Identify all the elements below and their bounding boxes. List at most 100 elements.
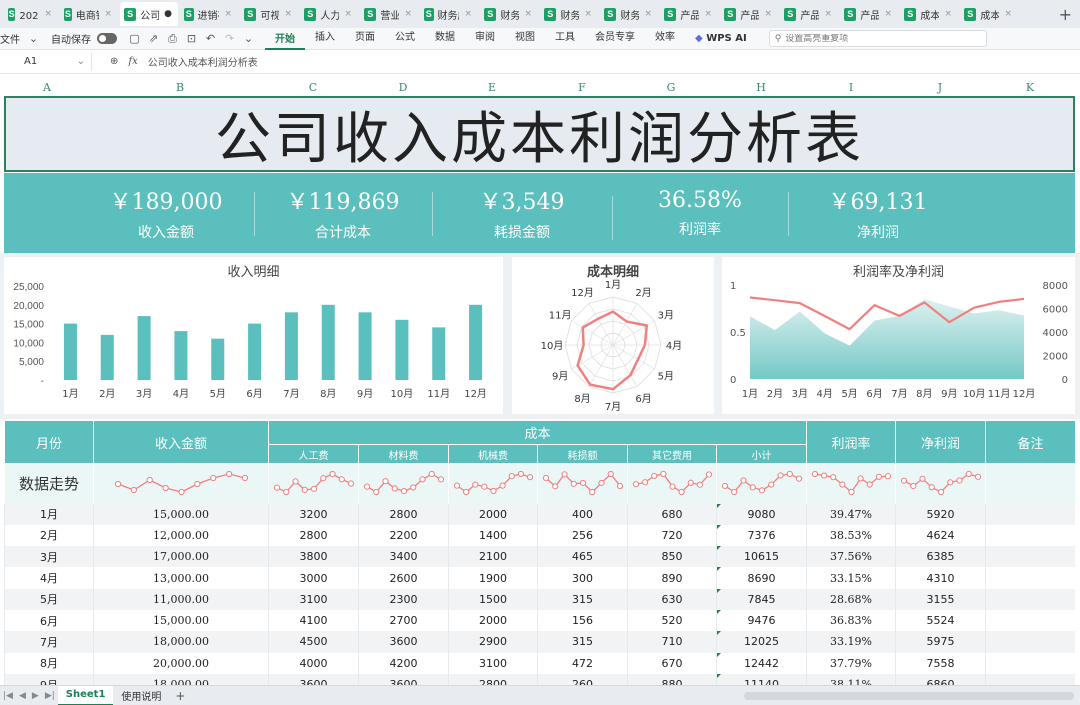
- column-header[interactable]: B: [176, 81, 184, 94]
- export-icon[interactable]: ⇗: [147, 32, 160, 45]
- column-header[interactable]: K: [1026, 81, 1034, 94]
- table-cell-month[interactable]: 7月: [4, 631, 94, 653]
- table-cell-subtotal[interactable]: 12442: [715, 652, 808, 674]
- table-cell-remark[interactable]: [985, 503, 1075, 525]
- table-cell-material[interactable]: 2600: [358, 567, 449, 589]
- table-cell-income[interactable]: 18,000.00: [93, 631, 269, 653]
- table-cell-machine[interactable]: 1900: [448, 567, 538, 589]
- close-icon[interactable]: ×: [1004, 9, 1012, 19]
- document-tab[interactable]: S财务成 ×: [420, 2, 478, 26]
- table-cell-loss[interactable]: 465: [537, 546, 628, 568]
- close-icon[interactable]: ×: [644, 9, 652, 19]
- table-cell-remark[interactable]: [985, 567, 1075, 589]
- remark-cell[interactable]: [985, 463, 1075, 504]
- sparkline-cell[interactable]: [448, 463, 538, 504]
- horizontal-scrollbar[interactable]: [744, 691, 1074, 700]
- table-cell-remark[interactable]: [985, 652, 1075, 674]
- table-cell-loss[interactable]: 300: [537, 567, 628, 589]
- table-cell-labor[interactable]: 4000: [268, 652, 359, 674]
- ribbon-tab[interactable]: 工具: [545, 28, 585, 50]
- document-tab[interactable]: S 成本 ×: [900, 2, 958, 26]
- document-tab[interactable]: S 可视 ×: [240, 2, 298, 26]
- table-cell-labor[interactable]: 4100: [268, 609, 359, 632]
- ribbon-tab[interactable]: 审阅: [465, 28, 505, 50]
- table-cell-net[interactable]: 4624: [895, 524, 987, 547]
- document-tab[interactable]: S 营业 ×: [360, 2, 418, 26]
- zoom-icon[interactable]: ⊕: [110, 56, 118, 67]
- document-tab[interactable]: S进销存 ×: [180, 2, 238, 26]
- header-net-profit[interactable]: 净利润: [895, 420, 987, 464]
- header-profit-rate[interactable]: 利润率: [806, 420, 897, 464]
- header-cost-sub[interactable]: 小计: [715, 444, 808, 464]
- table-cell-net[interactable]: 7558: [895, 652, 987, 674]
- table-cell-remark[interactable]: [985, 631, 1075, 653]
- document-tab[interactable]: S电商销售 ×: [60, 2, 118, 26]
- search-input[interactable]: [785, 33, 966, 44]
- table-cell-labor[interactable]: 2800: [268, 524, 359, 547]
- modified-dot-icon[interactable]: ●: [164, 9, 172, 19]
- sparkline-cell[interactable]: [715, 463, 808, 504]
- table-cell-income[interactable]: 12,000.00: [93, 524, 269, 547]
- table-cell-loss[interactable]: 315: [537, 588, 628, 610]
- close-icon[interactable]: ×: [464, 9, 472, 19]
- ribbon-tab[interactable]: 开始: [265, 28, 305, 50]
- table-cell-remark[interactable]: [985, 673, 1075, 685]
- sparkline-cell[interactable]: [93, 463, 269, 504]
- close-icon[interactable]: ×: [404, 9, 412, 19]
- table-cell-loss[interactable]: 472: [537, 652, 628, 674]
- ribbon-tab[interactable]: 公式: [385, 28, 425, 50]
- table-cell-other[interactable]: 850: [627, 546, 717, 568]
- table-cell-labor[interactable]: 3600: [268, 673, 359, 685]
- table-cell-net[interactable]: 4310: [895, 567, 987, 589]
- table-cell-remark[interactable]: [985, 588, 1075, 610]
- document-tab[interactable]: S 产品 ×: [780, 2, 838, 26]
- close-icon[interactable]: ×: [824, 9, 832, 19]
- income-bar-chart[interactable]: 收入明细 25,000 20,000 15,000 10,000 5,000-1月 2月 3…: [4, 257, 503, 414]
- table-cell-loss[interactable]: 256: [537, 524, 628, 547]
- table-cell-remark[interactable]: [985, 524, 1075, 547]
- table-cell-material[interactable]: 2700: [358, 609, 449, 632]
- table-cell-income[interactable]: 13,000.00: [93, 567, 269, 589]
- new-tab-icon[interactable]: +: [1051, 5, 1080, 24]
- table-cell-other[interactable]: 680: [627, 503, 717, 525]
- table-cell-loss[interactable]: 156: [537, 609, 628, 632]
- name-box[interactable]: A1 ⌄: [0, 52, 92, 71]
- column-header[interactable]: H: [756, 81, 766, 94]
- table-cell-machine[interactable]: 2800: [448, 673, 538, 685]
- sparkline-cell[interactable]: [806, 463, 897, 504]
- table-cell-labor[interactable]: 3000: [268, 567, 359, 589]
- cost-radar-chart[interactable]: 成本明细 1月 2月 3月 4月 5月 6月 7月 8月 9月 10月 11月 12月: [512, 257, 714, 414]
- column-header[interactable]: F: [578, 81, 586, 94]
- chevron-down-icon[interactable]: ⌄: [242, 32, 255, 45]
- next-sheet-icon[interactable]: ▶: [29, 691, 42, 701]
- table-cell-rate[interactable]: 37.79%: [806, 652, 897, 674]
- table-cell-remark[interactable]: [985, 546, 1075, 568]
- table-cell-rate[interactable]: 33.19%: [806, 631, 897, 653]
- table-cell-loss[interactable]: 400: [537, 503, 628, 525]
- sparkline-cell[interactable]: [268, 463, 359, 504]
- header-cost-sub[interactable]: 耗损额: [537, 444, 628, 464]
- table-cell-subtotal[interactable]: 9080: [715, 503, 808, 525]
- table-cell-remark[interactable]: [985, 609, 1075, 632]
- autosave-toggle[interactable]: [97, 33, 117, 44]
- column-header[interactable]: D: [399, 81, 408, 94]
- table-cell-labor[interactable]: 3200: [268, 503, 359, 525]
- column-header[interactable]: J: [938, 81, 942, 94]
- table-cell-income[interactable]: 15,000.00: [93, 503, 269, 525]
- redo-icon[interactable]: ↷: [223, 32, 236, 45]
- document-tab[interactable]: S 产品 ×: [660, 2, 718, 26]
- table-cell-month[interactable]: 8月: [4, 652, 94, 674]
- table-cell-rate[interactable]: 28.68%: [806, 588, 897, 610]
- table-cell-machine[interactable]: 2100: [448, 546, 538, 568]
- table-cell-material[interactable]: 2300: [358, 588, 449, 610]
- document-tab[interactable]: S 人力 ×: [300, 2, 358, 26]
- table-cell-month[interactable]: 3月: [4, 546, 94, 568]
- column-header[interactable]: I: [849, 81, 853, 94]
- table-cell-subtotal[interactable]: 9476: [715, 609, 808, 632]
- title-cell[interactable]: 公司收入成本利润分析表: [4, 96, 1075, 172]
- ribbon-tab[interactable]: 页面: [345, 28, 385, 50]
- close-icon[interactable]: ×: [704, 9, 712, 19]
- table-cell-net[interactable]: 3155: [895, 588, 987, 610]
- table-cell-machine[interactable]: 2000: [448, 609, 538, 632]
- table-cell-material[interactable]: 3400: [358, 546, 449, 568]
